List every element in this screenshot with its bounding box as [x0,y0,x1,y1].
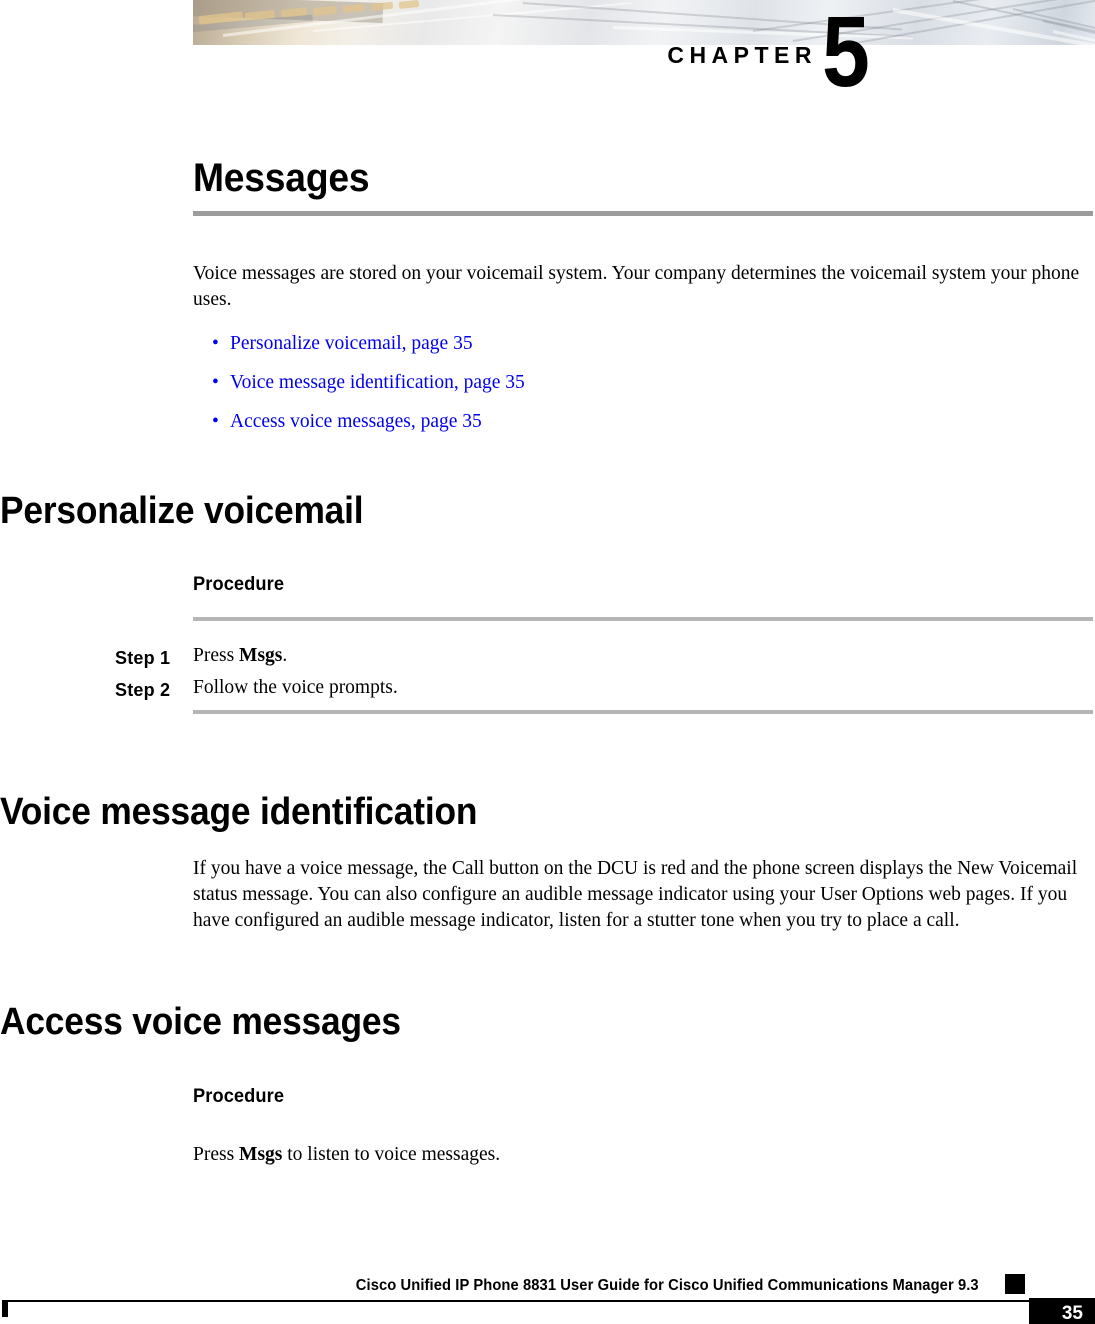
access-voice-messages-body: Press Msgs to listen to voice messages. [193,1142,1091,1168]
list-item[interactable]: • Voice message identification, page 35 [193,372,1073,394]
footer-square-marker [1005,1274,1025,1294]
section-heading-access-voice-messages: Access voice messages [0,1001,401,1043]
access-body-before: Press [193,1144,240,1165]
voice-message-identification-paragraph: If you have a voice message, the Call bu… [193,858,1078,931]
chapter-banner-image [193,0,1095,45]
chapter-label: CHAPTER [667,42,817,68]
footer-guide-title: Cisco Unified IP Phone 8831 User Guide f… [356,1277,979,1294]
bullet-icon: • [212,411,219,432]
toc-link-list: • Personalize voicemail, page 35 • Voice… [193,333,1073,450]
section-heading-personalize-voicemail: Personalize voicemail [0,490,364,532]
section-heading-voice-message-identification: Voice message identification [0,791,478,833]
toc-link-voice-message-identification[interactable]: Voice message identification, page 35 [230,372,525,393]
step-text-1-before: Press [193,645,240,666]
list-item[interactable]: • Personalize voicemail, page 35 [193,333,1073,355]
chapter-number: 5 [822,0,870,108]
page-title: Messages [193,156,370,200]
list-item[interactable]: • Access voice messages, page 35 [193,411,1073,433]
bullet-icon: • [212,333,219,354]
footer-left-tick [2,1300,8,1317]
step-text-2-before: Follow the voice prompts. [193,677,398,698]
step-label-2: Step 2 [115,680,171,700]
access-body-bold: Msgs [239,1144,283,1165]
page-number: 35 [1061,1303,1083,1324]
toc-link-access-voice-messages[interactable]: Access voice messages, page 35 [230,411,482,432]
bullet-icon: • [212,372,219,393]
title-rule [193,211,1093,216]
procedure-rule-bottom-1 [193,710,1093,714]
access-body-after: to listen to voice messages. [282,1144,501,1165]
step-text-2: Follow the voice prompts. [193,676,1083,700]
footer-rule [6,1300,1030,1302]
procedure-rule-top-1 [193,617,1093,621]
step-text-1: Press Msgs. [193,644,1083,668]
procedure-heading-2: Procedure [193,1086,285,1107]
step-text-1-bold: Msgs [239,645,283,666]
document-page: CHAPTER 5 Messages Voice messages are st… [0,0,1095,1324]
toc-link-personalize-voicemail[interactable]: Personalize voicemail, page 35 [230,333,473,354]
step-text-1-after: . [282,645,288,666]
step-label-1: Step 1 [115,648,171,668]
procedure-heading-1: Procedure [193,574,285,595]
intro-paragraph: Voice messages are stored on your voicem… [193,263,1080,310]
